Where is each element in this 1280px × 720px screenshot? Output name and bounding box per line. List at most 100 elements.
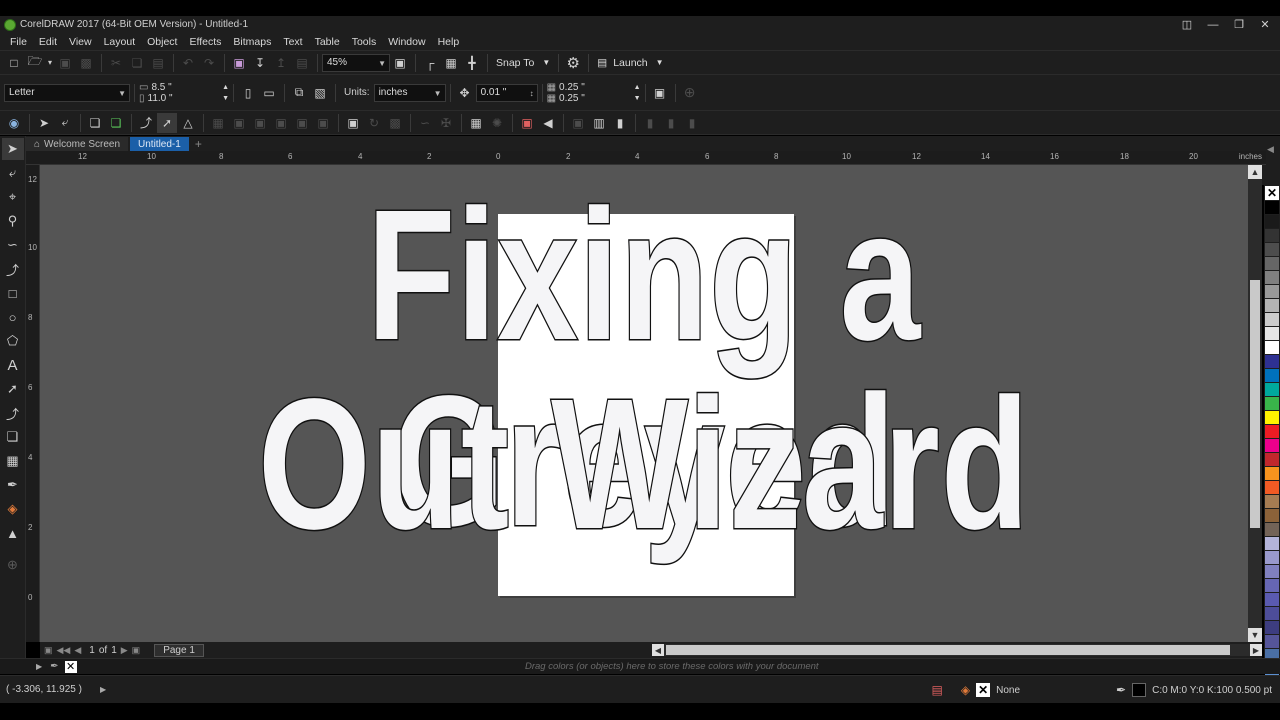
- smart-fill-tool-icon[interactable]: ▲: [2, 522, 24, 544]
- pick-tool-icon[interactable]: ➤: [34, 113, 54, 133]
- palette-swatch[interactable]: [1265, 467, 1279, 480]
- fill-icon[interactable]: ◈: [961, 683, 970, 697]
- menu-table[interactable]: Table: [309, 33, 346, 51]
- menu-view[interactable]: View: [63, 33, 98, 51]
- show-grid-icon[interactable]: ▦: [441, 53, 461, 73]
- open-folder-icon[interactable]: 🗁: [25, 53, 45, 73]
- palette-swatch[interactable]: [1265, 243, 1279, 256]
- eyedropper-tool-icon[interactable]: ✒: [2, 474, 24, 496]
- palette-swatch[interactable]: [1265, 481, 1279, 494]
- front-minus-back-icon[interactable]: ▣: [313, 113, 333, 133]
- trim-icon[interactable]: ▣: [250, 113, 270, 133]
- palette-swatch[interactable]: [1265, 621, 1279, 634]
- back-icon[interactable]: ◀: [538, 113, 558, 133]
- freehand-pick-icon[interactable]: ⤶: [55, 113, 75, 133]
- horizontal-scrollbar[interactable]: ◀ ▶: [652, 644, 1262, 656]
- landscape-icon[interactable]: ▭: [259, 83, 279, 103]
- spinner-icon[interactable]: ▲: [634, 82, 641, 93]
- page-width-input[interactable]: 8.5 ": [151, 82, 219, 93]
- color-proofing-icon[interactable]: ▤: [932, 683, 943, 697]
- vertical-ruler[interactable]: 12 10 8 6 4 2 0: [26, 165, 40, 642]
- palette-swatch[interactable]: [1265, 397, 1279, 410]
- palette-swatch[interactable]: [1265, 355, 1279, 368]
- export-icon[interactable]: ↥: [271, 53, 291, 73]
- pick-tool-icon[interactable]: ➤: [1, 138, 24, 160]
- connector-tool-icon[interactable]: ⤴: [2, 402, 24, 424]
- document-palette[interactable]: ▶ ✒ ✕ Drag colors (or objects) here to s…: [0, 658, 1280, 674]
- weld-icon[interactable]: ▣: [229, 113, 249, 133]
- crop-tool-icon[interactable]: ⌖: [2, 186, 24, 208]
- palette-swatch[interactable]: [1265, 551, 1279, 564]
- shape-icon[interactable]: ▥: [589, 113, 609, 133]
- menu-layout[interactable]: Layout: [98, 33, 142, 51]
- frame-icon[interactable]: ▣: [343, 113, 363, 133]
- intersect-icon[interactable]: ▣: [271, 113, 291, 133]
- page-height-input[interactable]: 11.0 ": [148, 93, 220, 104]
- palette-swatch[interactable]: [1265, 299, 1279, 312]
- open-dropdown-chevron-icon[interactable]: ▾: [46, 53, 54, 73]
- import-icon[interactable]: ↧: [250, 53, 270, 73]
- palette-swatch[interactable]: [1265, 537, 1279, 550]
- shape-tool-icon[interactable]: ⤶: [2, 162, 24, 184]
- status-expand-icon[interactable]: ▶: [100, 685, 106, 694]
- eraser-icon[interactable]: ▮: [610, 113, 630, 133]
- palette-swatch[interactable]: [1265, 453, 1279, 466]
- palette-swatch[interactable]: [1265, 593, 1279, 606]
- bezier-icon[interactable]: ⤴: [136, 113, 156, 133]
- palette-swatch[interactable]: [1265, 607, 1279, 620]
- convert-icon[interactable]: ▣: [568, 113, 588, 133]
- cut-icon[interactable]: ✂: [106, 53, 126, 73]
- transform-icon[interactable]: ❏: [106, 113, 126, 133]
- palette-expand-icon[interactable]: ▶: [36, 662, 42, 671]
- no-fill-swatch-icon[interactable]: ✕: [64, 660, 77, 673]
- vertical-scrollbar[interactable]: ▲ ▼: [1248, 165, 1262, 642]
- palette-swatch[interactable]: [1265, 313, 1279, 326]
- menu-tools[interactable]: Tools: [346, 33, 383, 51]
- screen-icon[interactable]: ◫: [1176, 18, 1198, 32]
- first-page-icon[interactable]: ◀◀: [57, 645, 71, 656]
- palette-swatch[interactable]: [1265, 341, 1279, 354]
- transparency-tool-icon[interactable]: ▦: [2, 450, 24, 472]
- redo-icon[interactable]: ↷: [199, 53, 219, 73]
- curve-icon[interactable]: ∽: [415, 113, 435, 133]
- copy-icon[interactable]: ❏: [127, 53, 147, 73]
- menu-file[interactable]: File: [4, 33, 33, 51]
- menu-effects[interactable]: Effects: [183, 33, 227, 51]
- previous-page-icon[interactable]: ◀: [74, 645, 81, 656]
- freehand-tool-icon[interactable]: ∽: [2, 234, 24, 256]
- undo-icon[interactable]: ↶: [178, 53, 198, 73]
- break-apart-icon[interactable]: ✺: [487, 113, 507, 133]
- minimize-button[interactable]: —: [1202, 18, 1224, 32]
- page-frame-icon[interactable]: ▣: [650, 83, 670, 103]
- parallel-dimension-tool-icon[interactable]: ➚: [2, 378, 24, 400]
- paste-icon[interactable]: ▤: [148, 53, 168, 73]
- horizontal-ruler[interactable]: 12 10 8 6 4 2 0 2 4 6 8 10 12 14 16 18 2…: [26, 151, 1266, 165]
- palette-swatch[interactable]: [1265, 257, 1279, 270]
- menu-help[interactable]: Help: [432, 33, 466, 51]
- palette-swatch[interactable]: [1265, 271, 1279, 284]
- artistic-media-tool-icon[interactable]: ⤴: [2, 258, 24, 280]
- restore-button[interactable]: ❐: [1228, 18, 1250, 32]
- palette-swatch[interactable]: [1265, 439, 1279, 452]
- current-page-icon[interactable]: ▧: [310, 83, 330, 103]
- ellipse-tool-icon[interactable]: ○: [2, 306, 24, 328]
- palette-swatch[interactable]: [1265, 565, 1279, 578]
- node-icon[interactable]: ✠: [436, 113, 456, 133]
- text-tool-icon[interactable]: A: [2, 354, 24, 376]
- unlock-icon[interactable]: ▮: [661, 113, 681, 133]
- rotate-icon[interactable]: ↻: [364, 113, 384, 133]
- full-screen-preview-icon[interactable]: ▣: [390, 53, 410, 73]
- palette-swatch[interactable]: [1265, 411, 1279, 424]
- group-icon[interactable]: ❏: [85, 113, 105, 133]
- next-page-icon[interactable]: ▶: [121, 645, 128, 656]
- triangle-node-icon[interactable]: △: [178, 113, 198, 133]
- menu-bitmaps[interactable]: Bitmaps: [227, 33, 277, 51]
- menu-text[interactable]: Text: [277, 33, 308, 51]
- menu-object[interactable]: Object: [141, 33, 183, 51]
- scroll-right-arrow-icon[interactable]: ▶: [1250, 644, 1262, 656]
- unlock-all-icon[interactable]: ▮: [682, 113, 702, 133]
- show-rulers-icon[interactable]: ┌: [420, 53, 440, 73]
- palette-swatch[interactable]: [1265, 579, 1279, 592]
- publish-pdf-icon[interactable]: ▤: [292, 53, 312, 73]
- new-tab-plus-icon[interactable]: +: [191, 137, 206, 151]
